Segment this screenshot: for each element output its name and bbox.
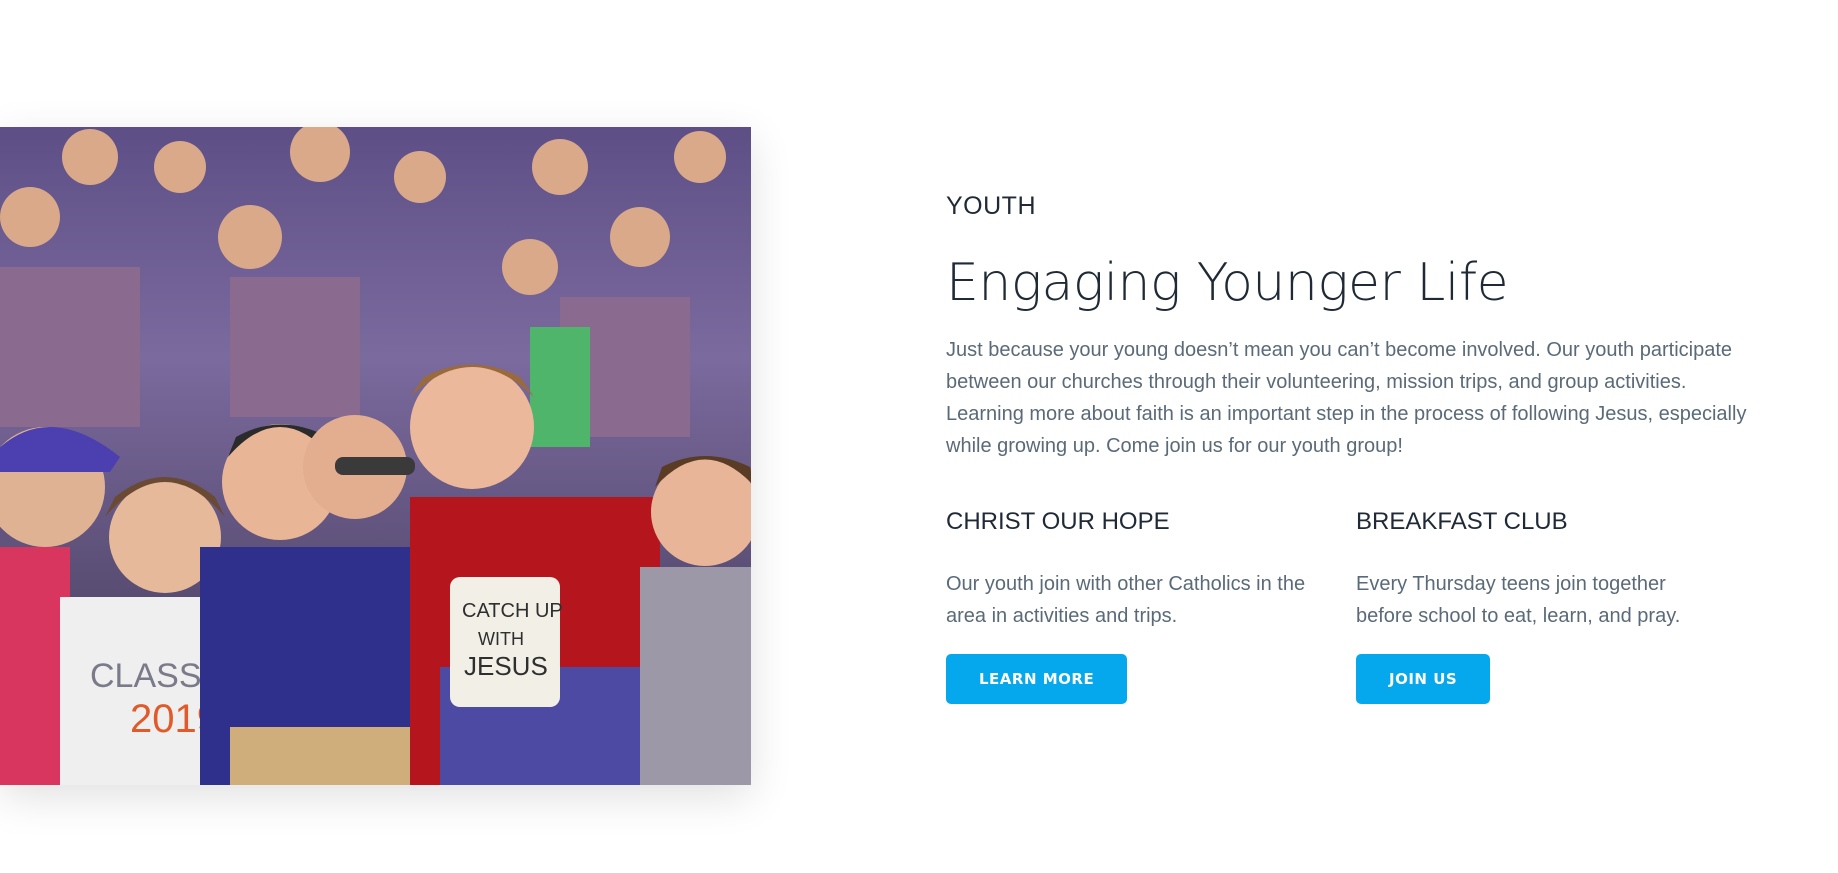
svg-text:WITH: WITH bbox=[478, 629, 524, 649]
ministry-breakfast-club: BREAKFAST CLUB Every Thursday teens join… bbox=[1356, 502, 1766, 704]
join-us-button[interactable]: JOIN US bbox=[1356, 654, 1491, 704]
ministry-description: Every Thursday teens join together befor… bbox=[1356, 573, 1681, 627]
youth-group-photo: CLASS 2019 CATCH UP WITH JESUS bbox=[0, 127, 751, 785]
learn-more-button[interactable]: LEARN MORE bbox=[946, 654, 1128, 704]
ministry-title: BREAKFAST CLUB bbox=[1356, 508, 1568, 535]
svg-text:CATCH UP: CATCH UP bbox=[462, 600, 563, 622]
ministry-description: Our youth join with other Catholics in t… bbox=[946, 573, 1306, 627]
ministry-title: CHRIST OUR HOPE bbox=[946, 508, 1170, 535]
svg-text:CLASS: CLASS bbox=[90, 657, 202, 695]
svg-text:JESUS: JESUS bbox=[464, 651, 548, 681]
section-title: Engaging Younger Life bbox=[946, 253, 1509, 313]
youth-content: YOUTH Engaging Younger Life Just because… bbox=[946, 186, 1766, 704]
ministry-columns: CHRIST OUR HOPE Our youth join with othe… bbox=[946, 502, 1766, 704]
ministry-christ-our-hope: CHRIST OUR HOPE Our youth join with othe… bbox=[946, 502, 1356, 704]
youth-section: CLASS 2019 CATCH UP WITH JESUS YOUTH Eng… bbox=[0, 0, 1838, 873]
section-intro: Just because your young doesn’t mean you… bbox=[946, 339, 1747, 457]
section-eyebrow: YOUTH bbox=[946, 192, 1036, 220]
